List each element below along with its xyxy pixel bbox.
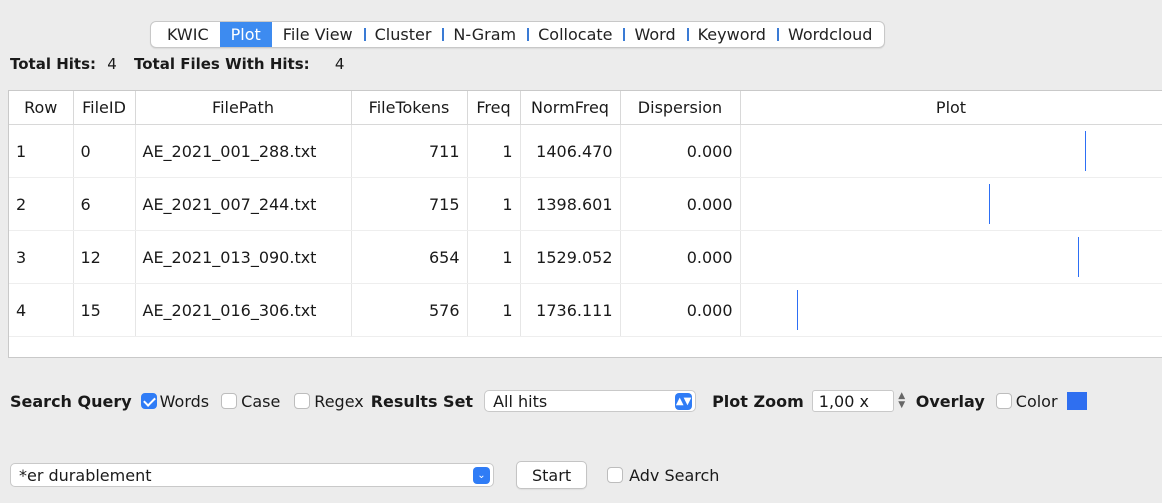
words-label: Words	[159, 391, 210, 411]
column-header-dispersion[interactable]: Dispersion	[620, 91, 741, 125]
cell-filetokens: 576	[351, 283, 468, 337]
words-checkbox[interactable]	[140, 393, 157, 409]
cell-fileid: 15	[73, 283, 136, 337]
overlay-label: Overlay	[915, 391, 985, 411]
cell-plot	[740, 124, 1162, 178]
regex-checkbox[interactable]	[294, 393, 311, 409]
start-button[interactable]: Start	[516, 461, 588, 489]
cell-row: 1	[9, 124, 74, 178]
cell-filepath: AE_2021_016_306.txt	[135, 283, 352, 337]
overlay-color-swatch[interactable]	[1066, 392, 1087, 410]
cell-fileid: 0	[73, 124, 136, 178]
table-row[interactable]: 1 0 AE_2021_001_288.txt 711 1 1406.470 0…	[9, 124, 1162, 178]
cell-normfreq: 1398.601	[520, 177, 621, 231]
cell-normfreq: 1406.470	[520, 124, 621, 178]
column-header-normfreq[interactable]: NormFreq	[520, 91, 621, 125]
total-hits-value: 4	[107, 55, 117, 73]
cell-dispersion: 0.000	[620, 230, 741, 284]
cell-filetokens: 654	[351, 230, 468, 284]
cell-dispersion: 0.000	[620, 177, 741, 231]
case-checkbox[interactable]	[221, 393, 238, 409]
column-header-plot[interactable]: Plot	[740, 91, 1162, 125]
tab-collocate[interactable]: Collocate	[527, 22, 623, 47]
tab-kwic[interactable]: KWIC	[151, 22, 220, 47]
cell-plot	[740, 283, 1162, 337]
column-header-filetokens[interactable]: FileTokens	[351, 91, 468, 125]
table-row[interactable]: 4 15 AE_2021_016_306.txt 576 1 1736.111 …	[9, 283, 1162, 337]
plot-zoom-input[interactable]: 1,00 x	[811, 390, 894, 412]
table-header-row: Row FileID FilePath FileTokens Freq Norm…	[9, 91, 1162, 125]
cell-freq: 1	[467, 230, 521, 284]
total-files-value: 4	[334, 55, 345, 73]
cell-freq: 1	[467, 177, 521, 231]
totals-bar: Total Hits: 4 Total Files With Hits: 4	[10, 55, 344, 73]
plot-hit-marker	[989, 184, 991, 224]
adv-search-checkbox[interactable]	[607, 467, 624, 483]
chevron-down-icon[interactable]: ⌄	[473, 466, 490, 484]
cell-row: 4	[9, 283, 74, 337]
results-set-label: Results Set	[370, 391, 474, 411]
cell-filetokens: 715	[351, 177, 468, 231]
tab-file-view[interactable]: File View	[272, 22, 364, 47]
results-set-value: All hits	[493, 391, 548, 411]
tab-keyword[interactable]: Keyword	[686, 22, 777, 47]
tab-n-gram[interactable]: N-Gram	[442, 22, 527, 47]
plot-zoom-stepper-icon[interactable]: ▲ ▼	[896, 392, 908, 410]
cell-filepath: AE_2021_001_288.txt	[135, 124, 352, 178]
plot-zoom-value: 1,00 x	[818, 391, 869, 411]
column-header-fileid[interactable]: FileID	[73, 91, 136, 125]
table-row[interactable]: 3 12 AE_2021_013_090.txt 654 1 1529.052 …	[9, 230, 1162, 284]
cell-plot	[740, 230, 1162, 284]
color-checkbox[interactable]	[995, 393, 1012, 409]
tab-wordcloud[interactable]: Wordcloud	[776, 22, 884, 47]
cell-filepath: AE_2021_007_244.txt	[135, 177, 352, 231]
results-table-panel: Row FileID FilePath FileTokens Freq Norm…	[8, 90, 1162, 358]
cell-plot	[740, 177, 1162, 231]
cell-normfreq: 1736.111	[520, 283, 621, 337]
chevron-updown-icon[interactable]: ▲▼	[675, 392, 693, 410]
search-query-label: Search Query	[10, 391, 132, 411]
cell-dispersion: 0.000	[620, 124, 741, 178]
search-controls: Search Query Words Case Regex Results Se…	[10, 390, 1087, 412]
cell-filepath: AE_2021_013_090.txt	[135, 230, 352, 284]
cell-freq: 1	[467, 124, 521, 178]
adv-search-label: Adv Search	[629, 465, 720, 485]
total-hits-label: Total Hits:	[10, 55, 96, 73]
cell-normfreq: 1529.052	[520, 230, 621, 284]
query-row: *er durablement ⌄ Start Adv Search	[10, 461, 719, 489]
regex-label: Regex	[314, 391, 364, 411]
color-label: Color	[1015, 391, 1058, 411]
cell-row: 3	[9, 230, 74, 284]
results-set-select[interactable]: All hits ▲▼	[484, 390, 697, 412]
tab-word[interactable]: Word	[623, 22, 686, 47]
search-query-combobox[interactable]: *er durablement ⌄	[10, 463, 494, 487]
column-header-filepath[interactable]: FilePath	[135, 91, 352, 125]
column-header-row[interactable]: Row	[9, 91, 74, 125]
plot-hit-marker	[1077, 237, 1079, 277]
tab-cluster[interactable]: Cluster	[363, 22, 443, 47]
total-files-label: Total Files With Hits:	[134, 55, 310, 73]
plot-hit-marker	[797, 290, 799, 330]
tab-plot[interactable]: Plot	[219, 22, 272, 47]
cell-dispersion: 0.000	[620, 283, 741, 337]
search-query-value[interactable]: *er durablement	[19, 466, 151, 485]
cell-fileid: 6	[73, 177, 136, 231]
plot-hit-marker	[1085, 131, 1087, 171]
case-label: Case	[241, 391, 281, 411]
table-row[interactable]: 2 6 AE_2021_007_244.txt 715 1 1398.601 0…	[9, 177, 1162, 231]
cell-row: 2	[9, 177, 74, 231]
cell-freq: 1	[467, 283, 521, 337]
cell-filetokens: 711	[351, 124, 468, 178]
plot-zoom-label: Plot Zoom	[712, 391, 804, 411]
results-table: Row FileID FilePath FileTokens Freq Norm…	[9, 91, 1162, 337]
cell-fileid: 12	[73, 230, 136, 284]
column-header-freq[interactable]: Freq	[467, 91, 521, 125]
tab-bar: KWIC Plot File View Cluster N-Gram Collo…	[150, 21, 886, 48]
